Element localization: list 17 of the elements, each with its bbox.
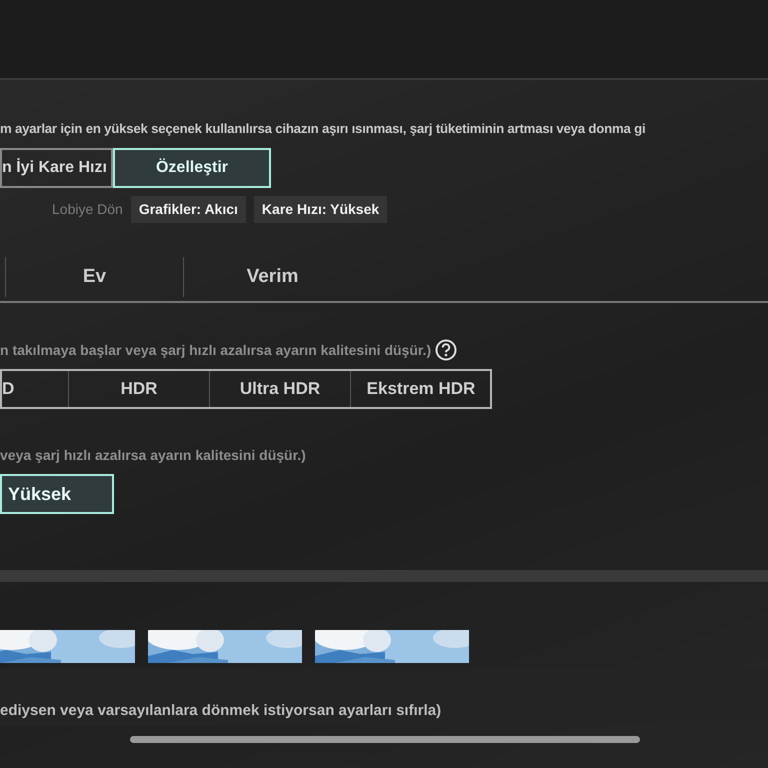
- option-button[interactable]: Ekstrem HDR: [350, 371, 491, 407]
- status-chip: Kare Hızı: Yüksek: [254, 196, 388, 223]
- mode-button[interactable]: n İyi Kare Hızı: [0, 148, 113, 188]
- option-button[interactable]: Ultra HDR: [209, 371, 350, 407]
- help-icon[interactable]: [435, 339, 458, 361]
- tab[interactable]: Verim: [183, 257, 361, 297]
- option-button[interactable]: HDR: [68, 371, 209, 407]
- option-button[interactable]: D: [2, 371, 68, 407]
- hint-text: n takılmaya başlar veya şarj hızlı azalırsa ayarın kalitesini düşür.): [0, 340, 432, 360]
- hint-text: ediysen veya varsayılanlara dönmek istiyorsan ayarları sıfırla): [0, 700, 442, 720]
- hint-text: veya şarj hızlı azalırsa ayarın kalitesini düşür.): [0, 446, 307, 465]
- back-to-lobby-link[interactable]: Lobiye Dön: [52, 199, 123, 220]
- tab[interactable]: Ev: [5, 257, 183, 297]
- mode-button[interactable]: Özelleştir: [113, 148, 271, 188]
- warning-text: m ayarlar için en yüksek seçenek kullanılırsa cihazın aşırı ısınması, şarj tüketiminin artması veya donma gi: [0, 120, 646, 138]
- option-button[interactable]: Yüksek: [0, 474, 114, 514]
- status-chip: Grafikler: Akıcı: [130, 196, 246, 223]
